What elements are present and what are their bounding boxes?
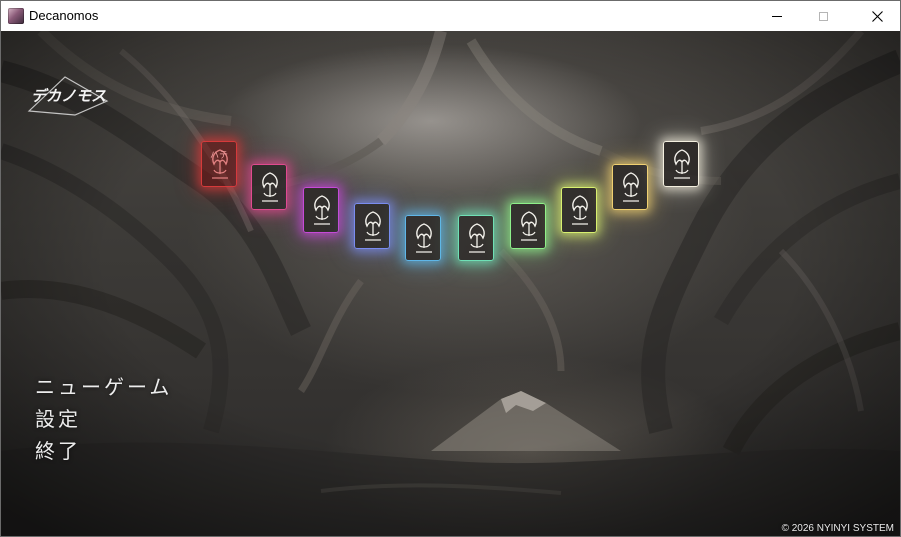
rune-emblem-icon [572, 195, 588, 225]
rune-card [458, 215, 494, 261]
close-icon [871, 10, 883, 22]
new-game-menu-item[interactable]: ニューゲーム [35, 371, 235, 403]
rune-emblem-icon [416, 223, 432, 253]
rune-emblem-icon [365, 211, 381, 241]
maximize-button[interactable] [800, 1, 846, 31]
game-viewport: デカノモス ハテ ニューゲーム 設定 終了 © 2026 NYINYI SYST… [1, 31, 900, 536]
title-bar[interactable]: Decanomos [1, 1, 900, 31]
rune-emblem-icon [262, 172, 278, 202]
rune-card [303, 187, 339, 233]
minimize-button[interactable] [754, 1, 800, 31]
rune-emblem-icon: ハテ [210, 149, 228, 179]
rune-emblem-icon [521, 211, 537, 241]
rune-emblem-icon [314, 195, 330, 225]
settings-menu-item[interactable]: 設定 [35, 403, 235, 435]
copyright-notice: © 2026 NYINYI SYSTEM [781, 523, 894, 534]
rune-card [663, 141, 699, 187]
rune-card [612, 164, 648, 210]
rune-card [510, 203, 546, 249]
rune-card [405, 215, 441, 261]
quit-menu-item[interactable]: 終了 [35, 435, 235, 467]
minimize-icon [772, 15, 782, 17]
rune-emblem-icon [623, 172, 639, 202]
rune-card-mark: ハテ [210, 150, 228, 161]
rune-card [251, 164, 287, 210]
rune-emblem-icon [469, 223, 485, 253]
rune-card [561, 187, 597, 233]
close-button[interactable] [854, 1, 900, 31]
rune-emblem-icon [674, 149, 690, 179]
window-title: Decanomos [29, 8, 99, 23]
maximize-icon [818, 11, 828, 21]
app-icon [8, 8, 24, 24]
main-menu: ニューゲーム 設定 終了 [35, 371, 235, 467]
game-window: Decanomos デカノモス ハテ ニューゲーム 設定 終了 © 2026 N… [0, 0, 901, 537]
rune-card [354, 203, 390, 249]
rune-card: ハテ [201, 141, 237, 187]
